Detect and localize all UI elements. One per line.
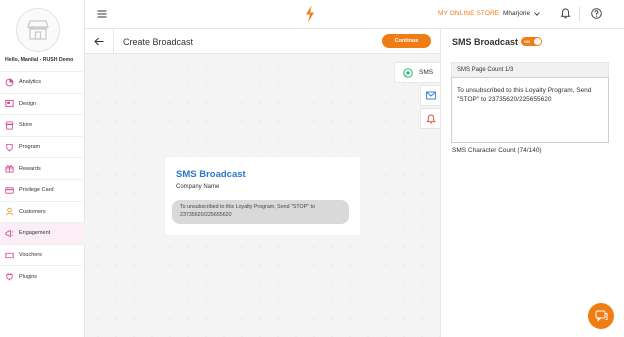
sms-chat-icon (403, 67, 413, 78)
sms-character-count: SMS Character Count (74/140) (452, 147, 542, 154)
sidebar-item-privilege-card[interactable]: Privilege Card (0, 178, 85, 201)
sms-page-count: SMS Page Count 1/3 (451, 62, 609, 77)
design-icon (5, 99, 14, 108)
sidebar-item-label: Store (19, 122, 33, 129)
panel-title: SMS Broadcast (452, 37, 519, 47)
hamburger-menu-icon[interactable] (97, 9, 107, 19)
sidebar-item-engagement[interactable]: Engagement (0, 222, 85, 244)
sidebar-item-label: Customers (19, 208, 46, 215)
page-title: Create Broadcast (123, 37, 194, 47)
storefront-icon (27, 20, 49, 40)
tab-email[interactable] (420, 85, 440, 106)
notification-bell-icon[interactable] (560, 8, 571, 19)
continue-button[interactable]: Continue (382, 34, 431, 48)
tab-sms[interactable]: SMS (394, 62, 440, 83)
sidebar-item-rewards[interactable]: Rewards (0, 157, 85, 179)
analytics-icon (5, 78, 14, 87)
sms-enable-toggle[interactable]: ON (521, 37, 542, 46)
topbar-divider (579, 7, 580, 21)
sidebar-item-label: Design (19, 100, 37, 107)
sidebar-item-vouchers[interactable]: Vouchers (0, 243, 85, 266)
privilege-card-icon (5, 186, 14, 195)
sms-settings-panel: SMS Broadcast ON SMS Page Count 1/3 To u… (440, 29, 624, 337)
sidebar: Hello, Manilal - RUSH Demo Analytics Des… (0, 0, 85, 337)
help-icon[interactable] (591, 8, 602, 19)
sidebar-item-label: Privilege Card (19, 187, 54, 194)
store-logo (16, 8, 60, 52)
chat-bubble-icon (595, 310, 607, 322)
user-menu[interactable]: Mharjorie (503, 10, 540, 17)
email-icon (426, 91, 436, 100)
toggle-label: ON (524, 39, 530, 44)
bell-icon (426, 114, 436, 124)
store-name-link[interactable]: MY ONLINE STORE (438, 10, 499, 17)
top-bar: MY ONLINE STORE Mharjorie (85, 0, 624, 29)
chevron-down-icon (534, 11, 540, 16)
sidebar-item-program[interactable]: Program (0, 135, 85, 158)
sms-preview-card: SMS Broadcast Company Name To unsubscrib… (165, 157, 360, 235)
sidebar-item-customers[interactable]: Customers (0, 200, 85, 223)
user-greeting: Hello, Manilal - RUSH Demo (5, 57, 74, 63)
tab-push-notification[interactable] (420, 108, 440, 129)
sidebar-item-analytics[interactable]: Analytics (0, 71, 85, 93)
sidebar-item-label: Plugins (19, 273, 38, 280)
back-arrow-icon[interactable] (94, 37, 104, 46)
channel-tabs: SMS (394, 62, 440, 129)
preview-message-bubble: To unsubscribed to this Loyalty Program,… (172, 200, 349, 224)
preview-title: SMS Broadcast (176, 169, 246, 180)
sidebar-item-label: Program (19, 144, 41, 151)
sidebar-item-label: Analytics (19, 79, 42, 86)
sidebar-item-store[interactable]: Store (0, 114, 85, 136)
sidebar-item-label: Engagement (19, 230, 51, 237)
engagement-icon (5, 229, 14, 238)
broadcast-header: Create Broadcast Continue (85, 29, 440, 54)
preview-company-name: Company Name (176, 184, 220, 190)
vouchers-icon (5, 251, 14, 260)
rewards-icon (5, 164, 14, 173)
plugins-icon (5, 272, 14, 281)
sidebar-item-label: Vouchers (19, 252, 42, 259)
user-name: Mharjorie (503, 10, 531, 17)
sms-message-input[interactable]: To unsubscribed to this Loyalty Program,… (451, 77, 609, 143)
sidebar-item-plugins[interactable]: Plugins (0, 265, 85, 287)
sidebar-item-design[interactable]: Design (0, 92, 85, 115)
brand-lightning-logo[interactable] (304, 5, 316, 23)
program-icon (5, 143, 14, 152)
tab-sms-label: SMS (419, 69, 434, 76)
toggle-knob (534, 38, 541, 45)
sidebar-nav: Analytics Design Store Program Rewards P… (0, 71, 85, 287)
chat-support-button[interactable] (588, 303, 614, 329)
store-icon (5, 121, 14, 130)
sidebar-item-label: Rewards (19, 165, 41, 172)
header-divider (113, 29, 114, 54)
customers-icon (5, 207, 14, 216)
